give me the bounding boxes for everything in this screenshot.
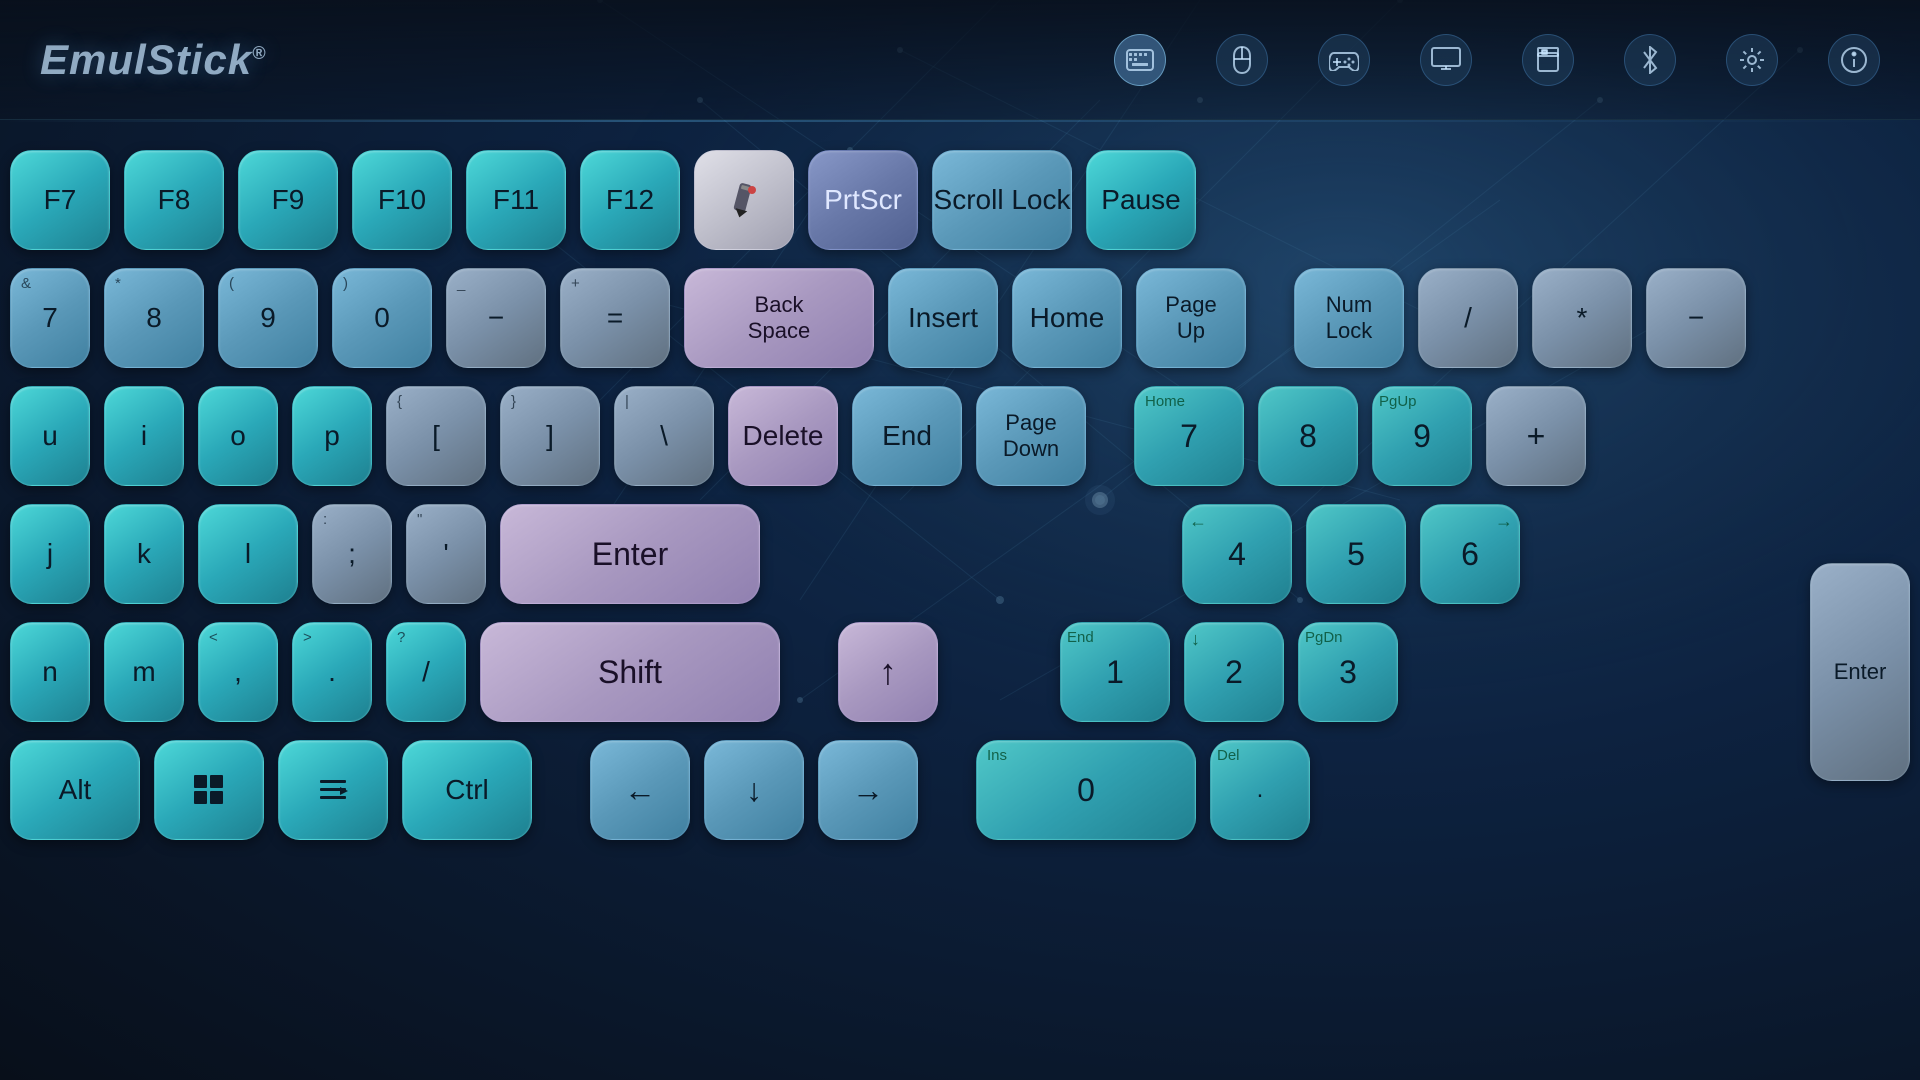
key-num-8[interactable]: 8 xyxy=(1258,386,1358,486)
key-bracket-open[interactable]: { [ xyxy=(386,386,486,486)
function-key-row: F7 F8 F9 F10 F11 F12 PrtScr Scroll Lock … xyxy=(0,150,1920,250)
key-9[interactable]: ( 9 xyxy=(218,268,318,368)
key-shift-right[interactable]: Shift xyxy=(480,622,780,722)
key-semicolon[interactable]: : ; xyxy=(312,504,392,604)
jkl-row: j k l : ; " ' Enter ← 4 5 → 6 xyxy=(0,504,1920,604)
key-backslash[interactable]: | \ xyxy=(614,386,714,486)
keyboard-icon[interactable] xyxy=(1114,34,1166,86)
number-row: & 7 * 8 ( 9 ) 0 _ − + = BackSpace Insert… xyxy=(0,268,1920,368)
key-period[interactable]: > . xyxy=(292,622,372,722)
key-j[interactable]: j xyxy=(10,504,90,604)
key-backspace[interactable]: BackSpace xyxy=(684,268,874,368)
key-i[interactable]: i xyxy=(104,386,184,486)
key-arrow-right[interactable]: → xyxy=(818,740,918,840)
key-slash[interactable]: ? / xyxy=(386,622,466,722)
gamepad-icon[interactable] xyxy=(1318,34,1370,86)
key-scroll-lock[interactable]: Scroll Lock xyxy=(932,150,1072,250)
monitor-icon[interactable] xyxy=(1420,34,1472,86)
info-icon[interactable] xyxy=(1828,34,1880,86)
key-minus[interactable]: _ − xyxy=(446,268,546,368)
bluetooth-icon[interactable] xyxy=(1624,34,1676,86)
key-arrow-left[interactable]: ← xyxy=(590,740,690,840)
key-menu[interactable] xyxy=(278,740,388,840)
key-o[interactable]: o xyxy=(198,386,278,486)
key-num-3[interactable]: PgDn 3 xyxy=(1298,622,1398,722)
key-end[interactable]: End xyxy=(852,386,962,486)
key-equals[interactable]: + = xyxy=(560,268,670,368)
key-f10[interactable]: F10 xyxy=(352,150,452,250)
key-num-5[interactable]: 5 xyxy=(1306,504,1406,604)
key-k[interactable]: k xyxy=(104,504,184,604)
key-m[interactable]: m xyxy=(104,622,184,722)
key-arrow-up[interactable]: ↑ xyxy=(838,622,938,722)
key-f8[interactable]: F8 xyxy=(124,150,224,250)
key-num-plus-top[interactable]: + xyxy=(1486,386,1586,486)
key-prtscr[interactable]: PrtScr xyxy=(808,150,918,250)
key-enter[interactable]: Enter xyxy=(500,504,760,604)
keyboard-area: F7 F8 F9 F10 F11 F12 PrtScr Scroll Lock … xyxy=(0,120,1920,1080)
key-insert[interactable]: Insert xyxy=(888,268,998,368)
app-logo: EmulStick® xyxy=(40,36,266,84)
key-home[interactable]: Home xyxy=(1012,268,1122,368)
mouse-icon[interactable] xyxy=(1216,34,1268,86)
key-num-4[interactable]: ← 4 xyxy=(1182,504,1292,604)
key-pause[interactable]: Pause xyxy=(1086,150,1196,250)
key-l[interactable]: l xyxy=(198,504,298,604)
key-arrow-down[interactable]: ↓ xyxy=(704,740,804,840)
key-quote[interactable]: " ' xyxy=(406,504,486,604)
key-f7[interactable]: F7 xyxy=(10,150,110,250)
key-n[interactable]: n xyxy=(10,622,90,722)
key-num-1[interactable]: End 1 xyxy=(1060,622,1170,722)
key-num-slash[interactable]: / xyxy=(1418,268,1518,368)
key-num-multiply[interactable]: * xyxy=(1532,268,1632,368)
uiop-row: u i o p { [ } ] | \ Delete End PageDown … xyxy=(0,386,1920,486)
key-num-0[interactable]: Ins 0 xyxy=(976,740,1196,840)
header-divider xyxy=(0,120,1920,122)
key-num-7[interactable]: Home 7 xyxy=(1134,386,1244,486)
key-f9[interactable]: F9 xyxy=(238,150,338,250)
key-comma[interactable]: < , xyxy=(198,622,278,722)
key-page-down[interactable]: PageDown xyxy=(976,386,1086,486)
key-8[interactable]: * 8 xyxy=(104,268,204,368)
key-0[interactable]: ) 0 xyxy=(332,268,432,368)
nm-row: n m < , > . ? / Shift ↑ End 1 ↓ 2 PgD xyxy=(0,622,1920,722)
header: EmulStick® xyxy=(0,0,1920,120)
key-num-lock[interactable]: NumLock xyxy=(1294,268,1404,368)
key-num-del[interactable]: Del . xyxy=(1210,740,1310,840)
key-f12[interactable]: F12 xyxy=(580,150,680,250)
key-pen[interactable] xyxy=(694,150,794,250)
trademark: ® xyxy=(252,43,266,63)
key-bracket-close[interactable]: } ] xyxy=(500,386,600,486)
key-num-9[interactable]: PgUp 9 xyxy=(1372,386,1472,486)
bottom-row: Alt Ctrl ← ↓ → Ins xyxy=(0,740,1920,840)
key-7[interactable]: & 7 xyxy=(10,268,90,368)
key-num-enter[interactable]: Enter xyxy=(1810,563,1910,781)
media-icon[interactable] xyxy=(1522,34,1574,86)
key-ctrl[interactable]: Ctrl xyxy=(402,740,532,840)
key-num-minus[interactable]: − xyxy=(1646,268,1746,368)
key-page-up[interactable]: PageUp xyxy=(1136,268,1246,368)
app-name: EmulStick xyxy=(40,36,252,83)
key-delete[interactable]: Delete xyxy=(728,386,838,486)
key-num-6[interactable]: → 6 xyxy=(1420,504,1520,604)
header-toolbar xyxy=(1114,34,1880,86)
key-windows[interactable] xyxy=(154,740,264,840)
settings-icon[interactable] xyxy=(1726,34,1778,86)
key-u[interactable]: u xyxy=(10,386,90,486)
key-f11[interactable]: F11 xyxy=(466,150,566,250)
key-p[interactable]: p xyxy=(292,386,372,486)
key-alt[interactable]: Alt xyxy=(10,740,140,840)
key-num-2[interactable]: ↓ 2 xyxy=(1184,622,1284,722)
